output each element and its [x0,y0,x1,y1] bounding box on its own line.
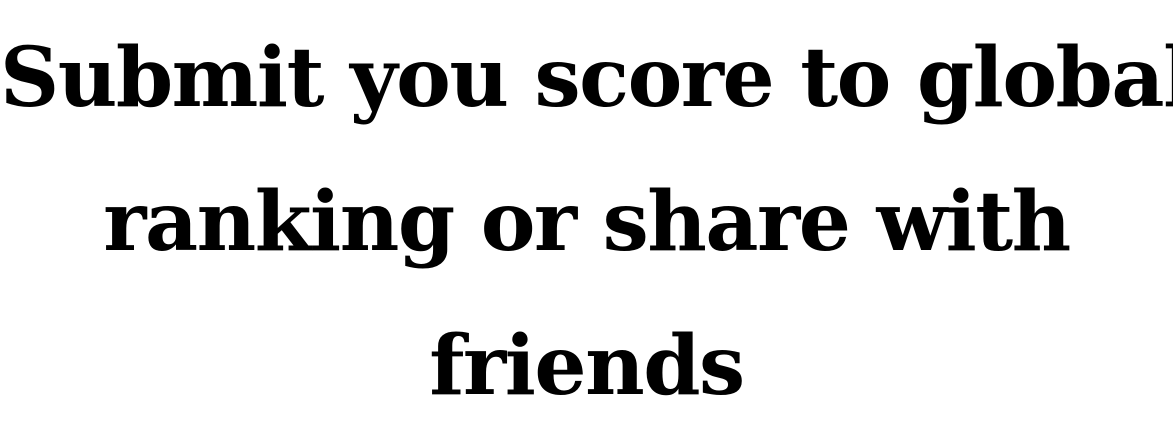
score-submission-panel: Submit you score to global ranking or sh… [0,0,1173,441]
heading-line-1: Submit you score to global [0,30,1173,126]
heading-line-2: ranking or share with [103,174,1071,270]
score-share-heading: Submit you score to global ranking or sh… [0,6,1173,438]
heading-line-3: friends [429,318,745,414]
